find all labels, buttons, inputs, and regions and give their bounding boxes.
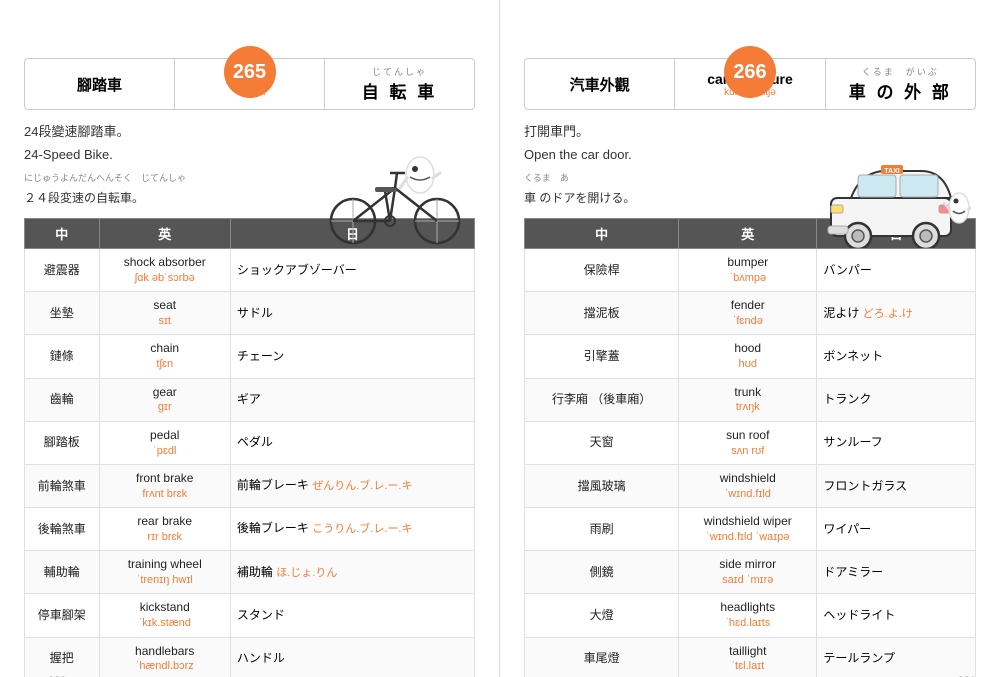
right-table-row: 保險桿bumperˈbʌmpəバンパー — [525, 248, 976, 291]
left-cell-zh: 坐墊 — [25, 292, 100, 335]
right-table-row: 大燈headlightsˈhɛd.laɪtsヘッドライト — [525, 594, 976, 637]
right-cell-en: bumperˈbʌmpə — [679, 248, 817, 291]
right-cell-jp: フロントガラス — [817, 464, 976, 507]
right-cell-zh: 擋風玻璃 — [525, 464, 679, 507]
right-col-zh: 中 — [525, 218, 679, 248]
right-table-row: 雨刷windshield wiperˈwɪnd.fɪld ˈwaɪpəワイパー — [525, 508, 976, 551]
right-cell-en: side mirrorsaɪd ˈmɪrə — [679, 551, 817, 594]
right-cell-zh: 擋泥板 — [525, 292, 679, 335]
left-cell-zh: 避震器 — [25, 248, 100, 291]
left-table-row: 齒輪geargɪrギア — [25, 378, 475, 421]
left-table-row: 鏈條chaintʃɛnチェーン — [25, 335, 475, 378]
left-cell-zh: 腳踏板 — [25, 421, 100, 464]
left-cell-en: shock absorberʃɑk əbˈsɔrbə — [99, 248, 230, 291]
left-table-row: 停車腳架kickstandˈkɪk.stændスタンド — [25, 594, 475, 637]
right-table-row: 引擎蓋hoodhʊdボンネット — [525, 335, 976, 378]
left-table-row: 輔助輪training wheelˈtrenɪŋ hwɪl補助輪 ほ.じょ.りん — [25, 551, 475, 594]
right-cell-en: windshield wiperˈwɪnd.fɪld ˈwaɪpə — [679, 508, 817, 551]
left-table-row: 坐墊seatsɪtサドル — [25, 292, 475, 335]
left-header-jp: じてんしゃ 自 転 車 — [325, 59, 474, 109]
right-cell-jp: ドアミラー — [817, 551, 976, 594]
right-cell-jp: 泥よけ どろ.よ.け — [817, 292, 976, 335]
right-table-row: 擋泥板fenderˈfɛndə泥よけ どろ.よ.け — [525, 292, 976, 335]
right-header-jp: くるま がいぶ 車 の 外 部 — [826, 59, 975, 109]
right-cell-jp: バンパー — [817, 248, 976, 291]
left-cell-jp: 後輪ブレーキ こうりん.ブ.レ.ー.キ — [230, 508, 474, 551]
bicycle-illustration — [325, 153, 465, 253]
left-page: 265 腳踏車 bicycle ˈbaɪsɪk じてんしゃ 自 転 車 — [0, 0, 500, 677]
right-cell-zh: 引擎蓋 — [525, 335, 679, 378]
right-cell-jp: ワイパー — [817, 508, 976, 551]
left-cell-en: training wheelˈtrenɪŋ hwɪl — [99, 551, 230, 594]
right-header-zh: 汽車外觀 — [525, 59, 675, 109]
right-table-row: 擋風玻璃windshieldˈwɪnd.fɪldフロントガラス — [525, 464, 976, 507]
right-cell-jp: ヘッドライト — [817, 594, 976, 637]
left-cell-zh: 握把 — [25, 637, 100, 677]
left-cell-en: handlebarsˈhændl.bɔrz — [99, 637, 230, 677]
car-illustration: TAXI — [826, 153, 971, 253]
right-table-row: 車尾燈taillightˈtɛl.laɪtテールランプ — [525, 637, 976, 677]
left-cell-jp: 補助輪 ほ.じょ.りん — [230, 551, 474, 594]
left-cell-jp: ペダル — [230, 421, 474, 464]
left-cell-en: front brakefrʌnt brɛk — [99, 464, 230, 507]
left-table-row: 腳踏板pedalˈpɛdlペダル — [25, 421, 475, 464]
left-col-en: 英 — [99, 218, 230, 248]
left-cell-jp: ハンドル — [230, 637, 474, 677]
left-cell-en: kickstandˈkɪk.stænd — [99, 594, 230, 637]
right-table-row: 行李廂 （後車廂）trunktrʌŋkトランク — [525, 378, 976, 421]
right-vocab-table: 中 英 日 保險桿bumperˈbʌmpəバンパー擋泥板fenderˈfɛndə… — [524, 218, 976, 677]
left-cell-en: pedalˈpɛdl — [99, 421, 230, 464]
right-cell-jp: テールランプ — [817, 637, 976, 677]
left-cell-jp: ギア — [230, 378, 474, 421]
left-header-zh: 腳踏車 — [25, 59, 175, 109]
left-cell-zh: 停車腳架 — [25, 594, 100, 637]
right-desc-zh: 打開車門。 — [524, 120, 976, 143]
left-page-number: 265 — [224, 46, 276, 98]
svg-text:TAXI: TAXI — [884, 168, 899, 175]
right-cell-zh: 天窗 — [525, 421, 679, 464]
right-table-row: 側鏡side mirrorsaɪd ˈmɪrəドアミラー — [525, 551, 976, 594]
right-cell-zh: 保險桿 — [525, 248, 679, 291]
right-cell-zh: 行李廂 （後車廂） — [525, 378, 679, 421]
right-cell-en: hoodhʊd — [679, 335, 817, 378]
left-vocab-table: 中 英 日 避震器shock absorberʃɑk əbˈsɔrbəショックア… — [24, 218, 475, 677]
right-cell-zh: 車尾燈 — [525, 637, 679, 677]
left-cell-zh: 前輪煞車 — [25, 464, 100, 507]
left-cell-jp: スタンド — [230, 594, 474, 637]
left-col-zh: 中 — [25, 218, 100, 248]
right-cell-zh: 大燈 — [525, 594, 679, 637]
left-cell-en: seatsɪt — [99, 292, 230, 335]
left-cell-jp: チェーン — [230, 335, 474, 378]
left-cell-zh: 後輪煞車 — [25, 508, 100, 551]
left-table-row: 握把handlebarsˈhændl.bɔrzハンドル — [25, 637, 475, 677]
right-cell-en: trunktrʌŋk — [679, 378, 817, 421]
right-table-row: 天窗sun roofsʌn rʊfサンルーフ — [525, 421, 976, 464]
right-cell-en: sun roofsʌn rʊf — [679, 421, 817, 464]
right-cell-zh: 雨刷 — [525, 508, 679, 551]
left-cell-zh: 鏈條 — [25, 335, 100, 378]
right-page: 266 汽車外觀 car structure kɑr ˈstrʌktʃə くるま… — [500, 0, 1000, 677]
left-cell-jp: サドル — [230, 292, 474, 335]
left-table-row: 後輪煞車rear brakerɪr brɛk後輪ブレーキ こうりん.ブ.レ.ー.… — [25, 508, 475, 551]
right-cell-en: taillightˈtɛl.laɪt — [679, 637, 817, 677]
right-cell-jp: サンルーフ — [817, 421, 976, 464]
left-cell-en: rear brakerɪr brɛk — [99, 508, 230, 551]
right-cell-en: windshieldˈwɪnd.fɪld — [679, 464, 817, 507]
right-page-number: 266 — [724, 46, 776, 98]
left-desc-zh: 24段變速腳踏車。 — [24, 120, 475, 143]
left-table-row: 避震器shock absorberʃɑk əbˈsɔrbəショックアブゾーバー — [25, 248, 475, 291]
left-cell-zh: 齒輪 — [25, 378, 100, 421]
right-cell-en: headlightsˈhɛd.laɪts — [679, 594, 817, 637]
right-cell-jp: ボンネット — [817, 335, 976, 378]
right-cell-zh: 側鏡 — [525, 551, 679, 594]
left-cell-en: chaintʃɛn — [99, 335, 230, 378]
right-cell-jp: トランク — [817, 378, 976, 421]
left-table-row: 前輪煞車front brakefrʌnt brɛk前輪ブレーキ ぜんりん.ブ.レ… — [25, 464, 475, 507]
left-cell-zh: 輔助輪 — [25, 551, 100, 594]
right-cell-en: fenderˈfɛndə — [679, 292, 817, 335]
right-col-en: 英 — [679, 218, 817, 248]
left-cell-jp: 前輪ブレーキ ぜんりん.ブ.レ.ー.キ — [230, 464, 474, 507]
left-cell-jp: ショックアブゾーバー — [230, 248, 474, 291]
left-cell-en: geargɪr — [99, 378, 230, 421]
